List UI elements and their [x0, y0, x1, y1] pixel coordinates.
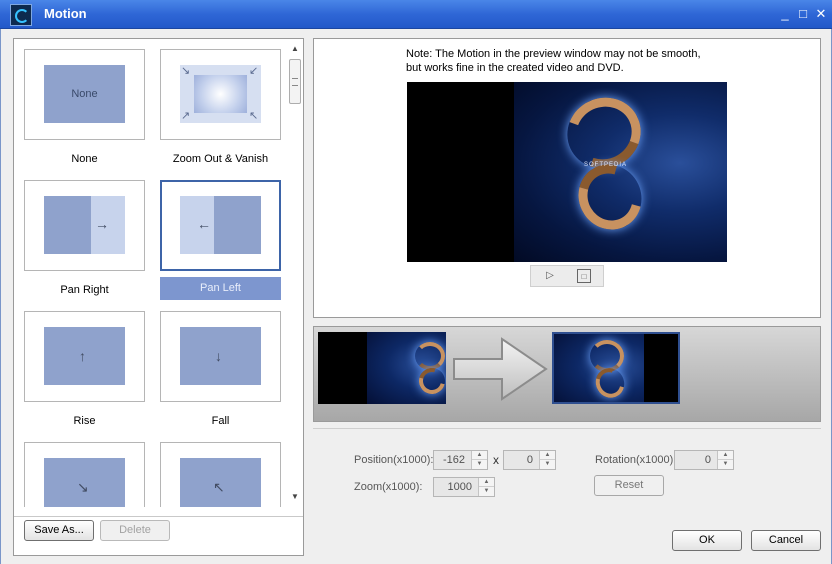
preview-video: SOFTPEDIA: [407, 82, 727, 262]
stop-button[interactable]: □: [577, 269, 591, 283]
delete-button[interactable]: Delete: [100, 520, 170, 541]
preset-label: Rise: [73, 415, 96, 427]
preset-list: None None ↘ ↙ ↗ ↖ Zoom Out & Vanish → Pa…: [14, 39, 284, 507]
corner-arrow-icon: ↘: [181, 65, 191, 77]
window-title: Motion: [44, 6, 87, 21]
zoom-glow: [194, 75, 247, 113]
fall-preview: ↓: [180, 327, 261, 385]
swirl-graphic: [415, 342, 445, 370]
left-arrow-icon: ←: [197, 216, 211, 232]
preset-label: Fall: [211, 415, 230, 427]
preview-note: Note: The Motion in the preview window m…: [406, 47, 726, 75]
pan-right-preview: →: [44, 196, 125, 254]
preset-pan-left[interactable]: ←: [160, 180, 281, 271]
up-arrow-icon: ↑: [79, 348, 86, 364]
spin-buttons: ▲ ▼: [471, 451, 487, 469]
spin-down-button[interactable]: ▼: [479, 487, 494, 496]
position-separator: x: [493, 453, 499, 467]
start-frame[interactable]: [318, 332, 446, 404]
spin-down-button[interactable]: ▼: [540, 460, 555, 469]
spin-down-button[interactable]: ▼: [718, 460, 733, 469]
title-bar: Motion _ □ ✕: [0, 0, 832, 29]
spin-up-button[interactable]: ▲: [479, 478, 494, 487]
zoom-stepper[interactable]: 1000 ▲ ▼: [433, 477, 495, 497]
zoom-value[interactable]: 1000: [434, 478, 477, 496]
down-arrow-icon: ↓: [215, 348, 222, 364]
maximize-button[interactable]: □: [794, 5, 812, 23]
spin-up-button[interactable]: ▲: [718, 451, 733, 460]
zoom-label: Zoom(x1000):: [354, 481, 423, 493]
cancel-button[interactable]: Cancel: [751, 530, 821, 551]
rotation-label: Rotation(x1000): [595, 454, 674, 466]
end-frame[interactable]: [552, 332, 680, 404]
scroll-thumb[interactable]: [289, 59, 301, 104]
spin-buttons: ▲ ▼: [539, 451, 555, 469]
rotation-value[interactable]: 0: [675, 451, 716, 469]
preview-panel: Note: The Motion in the preview window m…: [313, 38, 821, 318]
preset-fall[interactable]: ↓: [160, 311, 281, 402]
note-line: Note: The Motion in the preview window m…: [406, 48, 701, 60]
diagonal-preview: ↖: [180, 458, 261, 507]
reset-button[interactable]: Reset: [594, 475, 664, 496]
preset-pan-right[interactable]: →: [24, 180, 145, 271]
preset-zoom-out-vanish[interactable]: ↘ ↙ ↗ ↖: [160, 49, 281, 140]
save-as-button[interactable]: Save As...: [24, 520, 94, 541]
position-x-stepper[interactable]: -162 ▲ ▼: [433, 450, 488, 470]
close-button[interactable]: ✕: [812, 5, 830, 23]
spin-down-button[interactable]: ▼: [472, 460, 487, 469]
minimize-button[interactable]: _: [776, 5, 794, 23]
spin-buttons: ▲ ▼: [717, 451, 733, 469]
motion-parameters: Position(x1000): -162 ▲ ▼ x 0 ▲ ▼ Rotati…: [313, 428, 821, 516]
spin-buttons: ▲ ▼: [478, 478, 494, 496]
divider: [14, 516, 303, 517]
corner-arrow-icon: ↖: [249, 110, 259, 122]
scene-logo-text: SOFTPEDIA: [584, 162, 628, 168]
preset-label: Zoom Out & Vanish: [172, 153, 269, 165]
position-y-value[interactable]: 0: [504, 451, 538, 469]
preset-none[interactable]: None: [24, 49, 145, 140]
none-preview: None: [44, 65, 125, 123]
diagonal-preview: ↘: [44, 458, 125, 507]
right-arrow-icon: →: [95, 216, 109, 232]
swirl-graphic: [414, 363, 446, 399]
spin-up-button[interactable]: ▲: [472, 451, 487, 460]
start-frame-image: [367, 332, 446, 404]
transition-arrow-icon: [453, 337, 548, 401]
motion-preset-panel: None None ↘ ↙ ↗ ↖ Zoom Out & Vanish → Pa…: [13, 38, 304, 556]
play-button[interactable]: ▷: [543, 269, 557, 283]
ok-button[interactable]: OK: [672, 530, 742, 551]
playback-controls: ▷ □: [530, 265, 604, 287]
preset-diagonal-up-left[interactable]: ↖: [160, 442, 281, 507]
preset-label-selected: Pan Left: [160, 277, 281, 300]
rotation-stepper[interactable]: 0 ▲ ▼: [674, 450, 734, 470]
scroll-down-button[interactable]: ▼: [287, 489, 303, 505]
preset-label: None: [71, 153, 98, 165]
preset-scrollbar[interactable]: ▲ ▼: [287, 39, 303, 507]
up-left-arrow-icon: ↖: [213, 479, 225, 495]
spin-up-button[interactable]: ▲: [540, 451, 555, 460]
note-line: but works fine in the created video and …: [406, 62, 624, 74]
pan-left-preview: ←: [180, 196, 261, 254]
preview-image: SOFTPEDIA: [514, 82, 727, 262]
preset-diagonal-down-right[interactable]: ↘: [24, 442, 145, 507]
corner-arrow-icon: ↙: [249, 65, 259, 77]
preset-label: Pan Right: [60, 284, 109, 296]
rise-preview: ↑: [44, 327, 125, 385]
motion-timeline: [313, 326, 821, 422]
corner-arrow-icon: ↗: [181, 110, 191, 122]
preset-rise[interactable]: ↑: [24, 311, 145, 402]
zoom-out-vanish-preview: ↘ ↙ ↗ ↖: [180, 65, 261, 123]
dialog-body: None None ↘ ↙ ↗ ↖ Zoom Out & Vanish → Pa…: [0, 29, 832, 564]
down-right-arrow-icon: ↘: [77, 479, 89, 495]
position-y-stepper[interactable]: 0 ▲ ▼: [503, 450, 556, 470]
position-x-value[interactable]: -162: [434, 451, 470, 469]
position-label: Position(x1000):: [354, 454, 434, 466]
app-icon: [10, 4, 32, 26]
end-frame-image: [554, 334, 644, 402]
scroll-up-button[interactable]: ▲: [287, 41, 303, 57]
